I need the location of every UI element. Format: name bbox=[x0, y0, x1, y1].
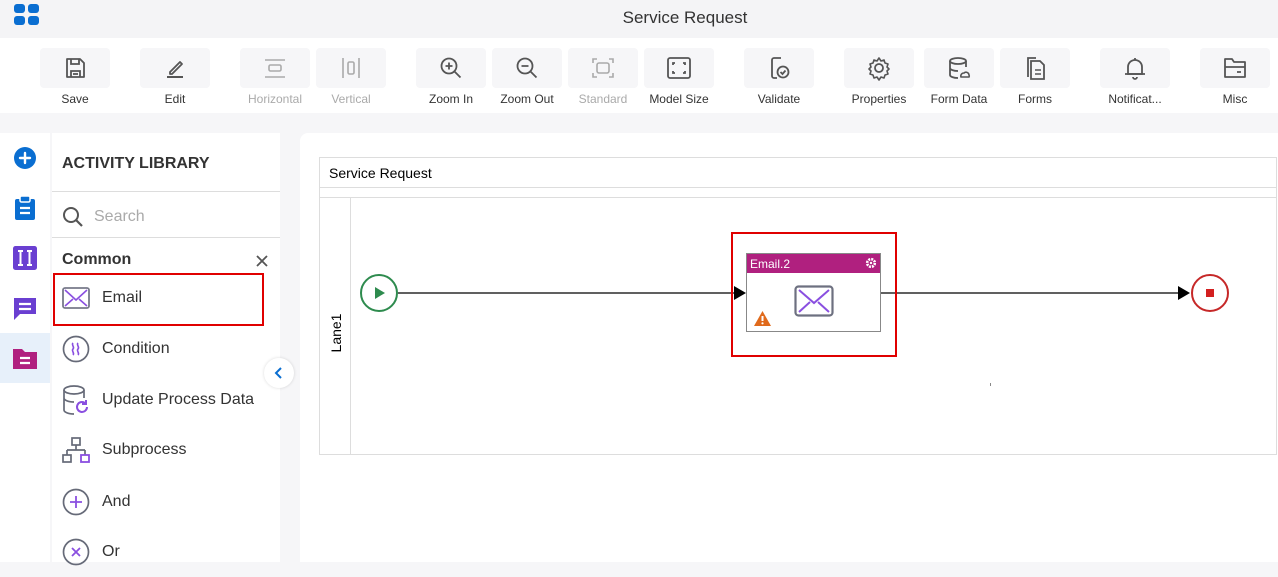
search-input[interactable] bbox=[94, 208, 264, 226]
activity-library-panel: ACTIVITY LIBRARY Common Email Condition … bbox=[52, 133, 280, 566]
rail-variables-button[interactable] bbox=[0, 233, 50, 283]
toolbar: Save Edit Horizontal Vertical Zoom In Zoom Ou… bbox=[0, 38, 1278, 113]
vertical-label: Vertical bbox=[331, 92, 371, 106]
start-event[interactable] bbox=[360, 274, 398, 312]
search-icon bbox=[63, 207, 83, 227]
email-item-highlight bbox=[53, 273, 264, 326]
save-label: Save bbox=[61, 92, 89, 106]
form-data-button[interactable] bbox=[924, 48, 994, 88]
model-size-icon bbox=[667, 57, 691, 79]
plus-circle-icon bbox=[14, 147, 36, 169]
close-icon[interactable] bbox=[254, 253, 270, 269]
chat-icon bbox=[14, 298, 36, 320]
edit-button[interactable] bbox=[140, 48, 210, 88]
vertical-icon bbox=[342, 58, 360, 78]
library-item-label: Subprocess bbox=[102, 441, 187, 458]
horizontal-icon bbox=[265, 59, 285, 78]
library-item-label: And bbox=[102, 493, 131, 510]
forms-button[interactable] bbox=[1000, 48, 1070, 88]
model-size-button[interactable] bbox=[644, 48, 714, 88]
subprocess-icon bbox=[62, 437, 90, 463]
library-heading: ACTIVITY LIBRARY bbox=[62, 155, 210, 172]
and-gateway-icon bbox=[62, 488, 90, 516]
title-bar: Service Request bbox=[0, 0, 1278, 38]
validate-button[interactable] bbox=[744, 48, 814, 88]
category-heading: Common bbox=[62, 251, 132, 268]
sequence-flow-start-to-email[interactable] bbox=[398, 286, 746, 300]
collapse-library-button[interactable] bbox=[264, 358, 294, 388]
page-title: Service Request bbox=[622, 8, 748, 27]
end-event[interactable] bbox=[1191, 274, 1229, 312]
folder-icon bbox=[1224, 58, 1246, 78]
misc-label: Misc bbox=[1222, 92, 1248, 106]
standard-icon bbox=[592, 58, 614, 78]
rail-messages-button[interactable] bbox=[0, 283, 50, 333]
clipboard-icon bbox=[15, 195, 35, 220]
forms-label: Forms bbox=[1018, 92, 1052, 106]
standard-button bbox=[568, 48, 638, 88]
folder-doc-icon bbox=[13, 349, 37, 369]
library-item-and[interactable]: And bbox=[52, 477, 280, 527]
model-size-label: Model Size bbox=[649, 92, 709, 106]
zoom-in-button[interactable] bbox=[416, 48, 486, 88]
process-canvas[interactable]: Service Request Lane1 Email.2 bbox=[300, 133, 1278, 562]
misc-button[interactable] bbox=[1200, 48, 1270, 88]
properties-button[interactable] bbox=[844, 48, 914, 88]
validate-icon bbox=[771, 57, 790, 79]
gear-icon bbox=[868, 57, 890, 81]
library-item-label: Or bbox=[102, 543, 120, 560]
divider bbox=[52, 237, 280, 238]
edit-label: Edit bbox=[164, 92, 186, 106]
library-search bbox=[62, 205, 272, 229]
properties-label: Properties bbox=[851, 92, 907, 106]
save-icon bbox=[66, 58, 85, 78]
library-item-or[interactable]: Or bbox=[52, 527, 280, 577]
chevron-left-icon bbox=[274, 367, 282, 379]
vertical-button bbox=[316, 48, 386, 88]
horizontal-button bbox=[240, 48, 310, 88]
canvas-artifact bbox=[990, 383, 991, 386]
rail-add-button[interactable] bbox=[0, 133, 50, 183]
update-data-icon bbox=[63, 385, 88, 415]
notificat-label: Notificat... bbox=[1108, 92, 1162, 106]
forms-icon bbox=[1027, 57, 1045, 80]
library-item-update-process-data[interactable]: Update Process Data bbox=[52, 375, 280, 425]
sequence-flow-email-to-end[interactable] bbox=[881, 286, 1190, 300]
validate-label: Validate bbox=[757, 92, 801, 106]
library-item-condition[interactable]: Condition bbox=[52, 324, 280, 374]
library-item-label: Update Process Data bbox=[102, 391, 255, 408]
left-rail bbox=[0, 133, 50, 562]
variable-icon bbox=[13, 246, 37, 270]
bell-icon bbox=[1125, 58, 1145, 80]
rail-library-button[interactable] bbox=[0, 333, 50, 383]
library-item-label: Condition bbox=[102, 340, 170, 357]
rail-tasks-button[interactable] bbox=[0, 183, 50, 233]
divider bbox=[52, 191, 280, 192]
zoom-in-icon bbox=[440, 57, 462, 79]
zoom-out-button[interactable] bbox=[492, 48, 562, 88]
form-data-icon bbox=[949, 57, 971, 79]
edit-icon bbox=[167, 61, 183, 78]
email-task-highlight bbox=[731, 232, 897, 357]
zoom-out-icon bbox=[516, 57, 538, 79]
condition-icon bbox=[62, 335, 90, 363]
library-item-subprocess[interactable]: Subprocess bbox=[52, 425, 280, 475]
notificat-button[interactable] bbox=[1100, 48, 1170, 88]
save-button[interactable] bbox=[40, 48, 110, 88]
